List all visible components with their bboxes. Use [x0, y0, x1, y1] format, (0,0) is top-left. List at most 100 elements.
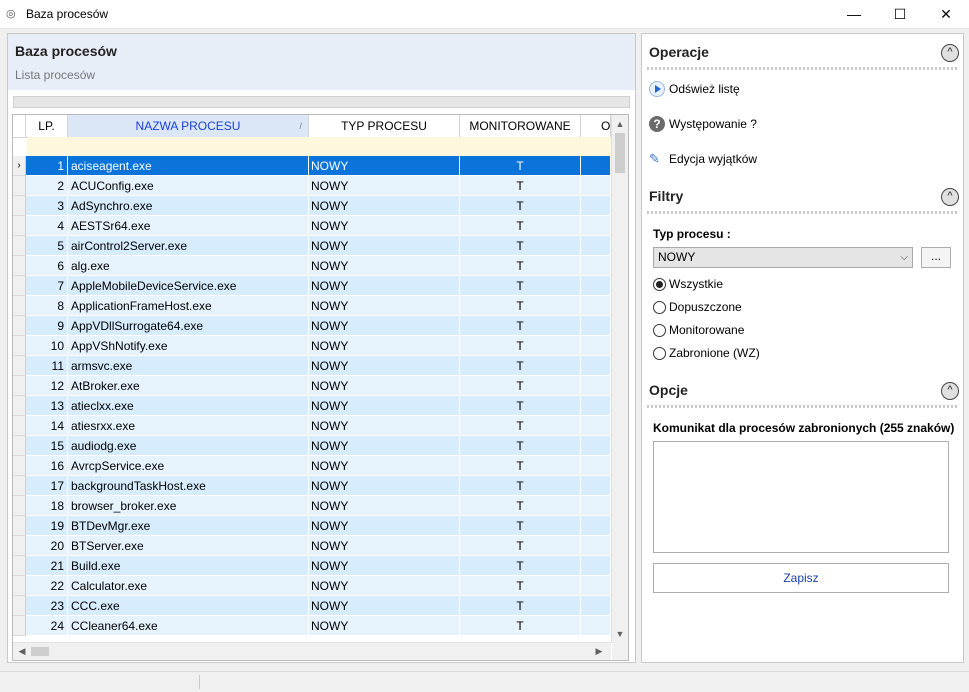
table-row[interactable]: › 1 aciseagent.exe NOWY T	[13, 156, 611, 176]
cell-o[interactable]	[581, 536, 611, 556]
cell-process-type[interactable]: NOWY	[309, 356, 460, 376]
table-row[interactable]: 12 AtBroker.exe NOWY T	[13, 376, 611, 396]
cell-lp[interactable]: 20	[26, 536, 68, 556]
row-selector[interactable]: ›	[13, 156, 26, 176]
cell-monitored[interactable]: T	[460, 576, 581, 596]
cell-o[interactable]	[581, 276, 611, 296]
cell-o[interactable]	[581, 596, 611, 616]
cell-lp[interactable]: 18	[26, 496, 68, 516]
table-row[interactable]: 15 audiodg.exe NOWY T	[13, 436, 611, 456]
cell-process-name[interactable]: aciseagent.exe	[68, 156, 309, 176]
cell-monitored[interactable]: T	[460, 256, 581, 276]
cell-monitored[interactable]: T	[460, 536, 581, 556]
cell-lp[interactable]: 6	[26, 256, 68, 276]
cell-monitored[interactable]: T	[460, 376, 581, 396]
cell-process-type[interactable]: NOWY	[309, 236, 460, 256]
row-selector[interactable]	[13, 316, 26, 336]
cell-process-type[interactable]: NOWY	[309, 336, 460, 356]
table-row[interactable]: 2 ACUConfig.exe NOWY T	[13, 176, 611, 196]
row-selector[interactable]	[13, 516, 26, 536]
cell-lp[interactable]: 4	[26, 216, 68, 236]
cell-lp[interactable]: 1	[26, 156, 68, 176]
table-row[interactable]: 9 AppVDllSurrogate64.exe NOWY T	[13, 316, 611, 336]
cell-monitored[interactable]: T	[460, 416, 581, 436]
cell-o[interactable]	[581, 416, 611, 436]
cell-o[interactable]	[581, 396, 611, 416]
column-header-monitored[interactable]: MONITOROWANE	[460, 115, 581, 137]
cell-lp[interactable]: 8	[26, 296, 68, 316]
cell-process-name[interactable]: AtBroker.exe	[68, 376, 309, 396]
cell-lp[interactable]: 17	[26, 476, 68, 496]
cell-process-type[interactable]: NOWY	[309, 576, 460, 596]
cell-o[interactable]	[581, 556, 611, 576]
cell-lp[interactable]: 16	[26, 456, 68, 476]
minimize-button[interactable]: —	[831, 0, 877, 28]
column-header-type[interactable]: TYP PROCESU	[309, 115, 460, 137]
cell-process-type[interactable]: NOWY	[309, 496, 460, 516]
cell-process-name[interactable]: BTServer.exe	[68, 536, 309, 556]
cell-process-name[interactable]: BTDevMgr.exe	[68, 516, 309, 536]
cell-monitored[interactable]: T	[460, 156, 581, 176]
horizontal-scrollbar[interactable]: ◀ ▶	[13, 642, 611, 660]
horizontal-scroll-thumb[interactable]	[31, 647, 49, 656]
row-selector[interactable]	[13, 396, 26, 416]
column-header-lp[interactable]: LP.	[26, 115, 68, 137]
cell-lp[interactable]: 19	[26, 516, 68, 536]
table-row[interactable]: 3 AdSynchro.exe NOWY T	[13, 196, 611, 216]
cell-o[interactable]	[581, 236, 611, 256]
cell-o[interactable]	[581, 576, 611, 596]
row-selector[interactable]	[13, 356, 26, 376]
cell-o[interactable]	[581, 456, 611, 476]
cell-lp[interactable]: 12	[26, 376, 68, 396]
cell-process-type[interactable]: NOWY	[309, 596, 460, 616]
table-row[interactable]: 10 AppVShNotify.exe NOWY T	[13, 336, 611, 356]
row-selector[interactable]	[13, 576, 26, 596]
cell-process-name[interactable]: armsvc.exe	[68, 356, 309, 376]
cell-o[interactable]	[581, 436, 611, 456]
row-selector[interactable]	[13, 236, 26, 256]
cell-process-name[interactable]: ACUConfig.exe	[68, 176, 309, 196]
cell-lp[interactable]: 14	[26, 416, 68, 436]
row-selector[interactable]	[13, 476, 26, 496]
cell-process-name[interactable]: backgroundTaskHost.exe	[68, 476, 309, 496]
cell-monitored[interactable]: T	[460, 316, 581, 336]
table-row[interactable]: 22 Calculator.exe NOWY T	[13, 576, 611, 596]
cell-process-type[interactable]: NOWY	[309, 156, 460, 176]
cell-process-type[interactable]: NOWY	[309, 276, 460, 296]
table-row[interactable]: 16 AvrcpService.exe NOWY T	[13, 456, 611, 476]
cell-lp[interactable]: 23	[26, 596, 68, 616]
cell-process-name[interactable]: browser_broker.exe	[68, 496, 309, 516]
cell-process-name[interactable]: AppVShNotify.exe	[68, 336, 309, 356]
collapse-filters-icon[interactable]: ^	[941, 188, 959, 206]
cell-process-type[interactable]: NOWY	[309, 176, 460, 196]
scroll-left-arrow-icon[interactable]: ◀	[14, 643, 30, 659]
cell-monitored[interactable]: T	[460, 396, 581, 416]
close-button[interactable]: ✕	[923, 0, 969, 28]
cell-lp[interactable]: 5	[26, 236, 68, 256]
cell-process-type[interactable]: NOWY	[309, 556, 460, 576]
table-row[interactable]: 8 ApplicationFrameHost.exe NOWY T	[13, 296, 611, 316]
cell-monitored[interactable]: T	[460, 336, 581, 356]
row-selector[interactable]	[13, 256, 26, 276]
table-row[interactable]: 19 BTDevMgr.exe NOWY T	[13, 516, 611, 536]
cell-process-name[interactable]: AppleMobileDeviceService.exe	[68, 276, 309, 296]
process-grid[interactable]: LP. NAZWA PROCESU / TYP PROCESU MONITORO…	[12, 114, 629, 661]
table-row[interactable]: 13 atieclxx.exe NOWY T	[13, 396, 611, 416]
row-selector[interactable]	[13, 616, 26, 636]
radio-button[interactable]	[653, 301, 666, 314]
radio-button[interactable]	[653, 324, 666, 337]
cell-monitored[interactable]: T	[460, 436, 581, 456]
table-row[interactable]: 17 backgroundTaskHost.exe NOWY T	[13, 476, 611, 496]
cell-o[interactable]	[581, 296, 611, 316]
vertical-scrollbar[interactable]: ▲ ▼	[611, 115, 628, 643]
cell-lp[interactable]: 10	[26, 336, 68, 356]
table-row[interactable]: 21 Build.exe NOWY T	[13, 556, 611, 576]
cell-process-name[interactable]: AESTSr64.exe	[68, 216, 309, 236]
cell-lp[interactable]: 22	[26, 576, 68, 596]
cell-monitored[interactable]: T	[460, 596, 581, 616]
cell-monitored[interactable]: T	[460, 556, 581, 576]
process-type-more-button[interactable]: ...	[921, 247, 951, 268]
row-selector[interactable]	[13, 176, 26, 196]
row-selector[interactable]	[13, 556, 26, 576]
cell-process-name[interactable]: atiesrxx.exe	[68, 416, 309, 436]
